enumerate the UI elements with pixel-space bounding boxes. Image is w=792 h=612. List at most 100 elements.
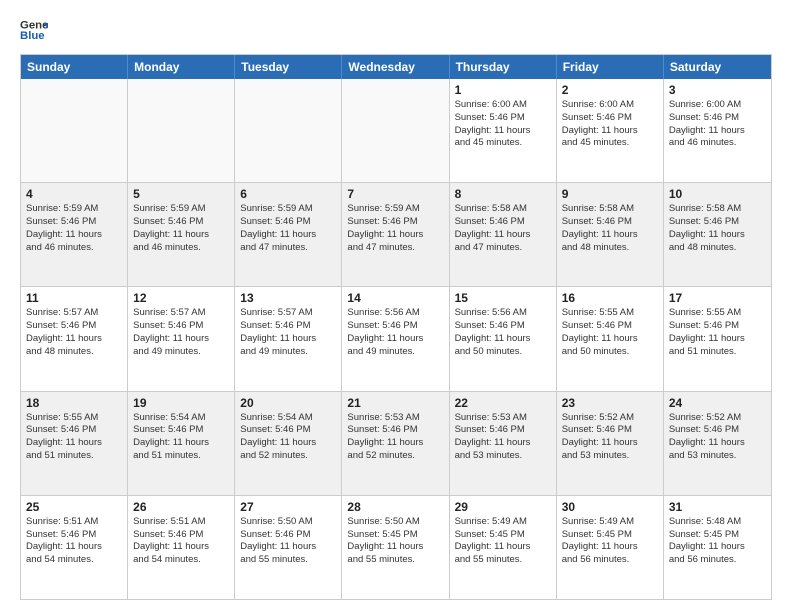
calendar-row: 25 Sunrise: 5:51 AM Sunset: 5:46 PM Dayli…	[21, 495, 771, 599]
day-cell: 6Sunrise: 5:59 AM Sunset: 5:46 PM Daylig…	[235, 183, 342, 286]
day-number: 11	[26, 291, 122, 305]
day-number: 2	[562, 83, 658, 97]
day-number: 7	[347, 187, 443, 201]
day-number: 21	[347, 396, 443, 410]
day-info: Sunrise: 5:58 AM Sunset: 5:46 PM Dayligh…	[669, 203, 766, 254]
day-info: Sunrise: 5:57 AM Sunset: 5:46 PM Dayligh…	[133, 307, 229, 358]
day-info: Sunrise: 5:59 AM Sunset: 5:46 PM Dayligh…	[26, 203, 122, 254]
weekday-header: Monday	[128, 55, 235, 79]
day-info: Sunrise: 5:55 AM Sunset: 5:46 PM Dayligh…	[26, 412, 122, 463]
day-info: Sunrise: 6:00 AM Sunset: 5:46 PM Dayligh…	[669, 99, 766, 150]
calendar-body: 1 Sunrise: 6:00 AM Sunset: 5:46 PM Daylig…	[21, 79, 771, 599]
day-cell: 4 Sunrise: 5:59 AM Sunset: 5:46 PM Daylig…	[21, 183, 128, 286]
day-cell: 16Sunrise: 5:55 AM Sunset: 5:46 PM Dayli…	[557, 287, 664, 390]
day-cell: 27 Sunrise: 5:50 AM Sunset: 5:46 PM Dayli…	[235, 496, 342, 599]
day-number: 10	[669, 187, 766, 201]
weekday-header: Tuesday	[235, 55, 342, 79]
day-cell: 1 Sunrise: 6:00 AM Sunset: 5:46 PM Daylig…	[450, 79, 557, 182]
day-cell: 30 Sunrise: 5:49 AM Sunset: 5:45 PM Dayli…	[557, 496, 664, 599]
day-number: 14	[347, 291, 443, 305]
day-cell: 22Sunrise: 5:53 AM Sunset: 5:46 PM Dayli…	[450, 392, 557, 495]
svg-text:Blue: Blue	[20, 30, 45, 42]
day-number: 22	[455, 396, 551, 410]
calendar-header: SundayMondayTuesdayWednesdayThursdayFrid…	[21, 55, 771, 79]
day-number: 15	[455, 291, 551, 305]
day-cell: 13 Sunrise: 5:57 AM Sunset: 5:46 PM Dayli…	[235, 287, 342, 390]
day-info: Sunrise: 5:54 AM Sunset: 5:46 PM Dayligh…	[240, 412, 336, 463]
day-number: 28	[347, 500, 443, 514]
calendar-row: 18 Sunrise: 5:55 AM Sunset: 5:46 PM Dayli…	[21, 391, 771, 495]
day-cell: 14 Sunrise: 5:56 AM Sunset: 5:46 PM Dayli…	[342, 287, 449, 390]
day-number: 30	[562, 500, 658, 514]
day-cell: 3 Sunrise: 6:00 AM Sunset: 5:46 PM Daylig…	[664, 79, 771, 182]
calendar-row: 11 Sunrise: 5:57 AM Sunset: 5:46 PM Dayli…	[21, 286, 771, 390]
day-number: 8	[455, 187, 551, 201]
weekday-header: Wednesday	[342, 55, 449, 79]
day-info: Sunrise: 5:51 AM Sunset: 5:46 PM Dayligh…	[133, 516, 229, 567]
day-number: 20	[240, 396, 336, 410]
calendar: SundayMondayTuesdayWednesdayThursdayFrid…	[20, 54, 772, 600]
day-info: Sunrise: 5:52 AM Sunset: 5:46 PM Dayligh…	[562, 412, 658, 463]
day-cell: 8 Sunrise: 5:58 AM Sunset: 5:46 PM Daylig…	[450, 183, 557, 286]
day-cell: 11Sunrise: 5:57 AM Sunset: 5:46 PM Dayli…	[21, 287, 128, 390]
day-cell: 26 Sunrise: 5:51 AM Sunset: 5:46 PM Dayli…	[128, 496, 235, 599]
day-info: Sunrise: 5:51 AM Sunset: 5:46 PM Dayligh…	[26, 516, 122, 567]
day-cell: 19Sunrise: 5:54 AM Sunset: 5:46 PM Dayli…	[128, 392, 235, 495]
day-cell: 18 Sunrise: 5:55 AM Sunset: 5:46 PM Dayli…	[21, 392, 128, 495]
day-info: Sunrise: 5:50 AM Sunset: 5:45 PM Dayligh…	[347, 516, 443, 567]
day-number: 27	[240, 500, 336, 514]
day-cell: 10 Sunrise: 5:58 AM Sunset: 5:46 PM Dayli…	[664, 183, 771, 286]
day-cell: 20 Sunrise: 5:54 AM Sunset: 5:46 PM Dayli…	[235, 392, 342, 495]
empty-cell	[235, 79, 342, 182]
day-info: Sunrise: 5:54 AM Sunset: 5:46 PM Dayligh…	[133, 412, 229, 463]
day-cell: 28 Sunrise: 5:50 AM Sunset: 5:45 PM Dayli…	[342, 496, 449, 599]
day-number: 13	[240, 291, 336, 305]
day-cell: 21Sunrise: 5:53 AM Sunset: 5:46 PM Dayli…	[342, 392, 449, 495]
day-cell: 9Sunrise: 5:58 AM Sunset: 5:46 PM Daylig…	[557, 183, 664, 286]
day-cell: 17 Sunrise: 5:55 AM Sunset: 5:46 PM Dayli…	[664, 287, 771, 390]
day-number: 25	[26, 500, 122, 514]
day-number: 5	[133, 187, 229, 201]
day-cell: 23Sunrise: 5:52 AM Sunset: 5:46 PM Dayli…	[557, 392, 664, 495]
day-info: Sunrise: 5:58 AM Sunset: 5:46 PM Dayligh…	[455, 203, 551, 254]
weekday-header: Saturday	[664, 55, 771, 79]
day-info: Sunrise: 5:56 AM Sunset: 5:46 PM Dayligh…	[347, 307, 443, 358]
day-info: Sunrise: 5:49 AM Sunset: 5:45 PM Dayligh…	[455, 516, 551, 567]
day-info: Sunrise: 5:57 AM Sunset: 5:46 PM Dayligh…	[240, 307, 336, 358]
day-number: 26	[133, 500, 229, 514]
day-number: 31	[669, 500, 766, 514]
calendar-row: 1 Sunrise: 6:00 AM Sunset: 5:46 PM Daylig…	[21, 79, 771, 182]
day-info: Sunrise: 6:00 AM Sunset: 5:46 PM Dayligh…	[562, 99, 658, 150]
weekday-header: Sunday	[21, 55, 128, 79]
day-info: Sunrise: 5:49 AM Sunset: 5:45 PM Dayligh…	[562, 516, 658, 567]
day-cell: 5Sunrise: 5:59 AM Sunset: 5:46 PM Daylig…	[128, 183, 235, 286]
day-info: Sunrise: 5:55 AM Sunset: 5:46 PM Dayligh…	[562, 307, 658, 358]
day-cell: 31 Sunrise: 5:48 AM Sunset: 5:45 PM Dayli…	[664, 496, 771, 599]
day-info: Sunrise: 5:56 AM Sunset: 5:46 PM Dayligh…	[455, 307, 551, 358]
day-info: Sunrise: 5:48 AM Sunset: 5:45 PM Dayligh…	[669, 516, 766, 567]
day-info: Sunrise: 5:59 AM Sunset: 5:46 PM Dayligh…	[240, 203, 336, 254]
day-cell: 29 Sunrise: 5:49 AM Sunset: 5:45 PM Dayli…	[450, 496, 557, 599]
day-cell: 15 Sunrise: 5:56 AM Sunset: 5:46 PM Dayli…	[450, 287, 557, 390]
day-info: Sunrise: 5:59 AM Sunset: 5:46 PM Dayligh…	[347, 203, 443, 254]
day-info: Sunrise: 5:52 AM Sunset: 5:46 PM Dayligh…	[669, 412, 766, 463]
day-number: 3	[669, 83, 766, 97]
day-number: 12	[133, 291, 229, 305]
day-info: Sunrise: 5:50 AM Sunset: 5:46 PM Dayligh…	[240, 516, 336, 567]
day-cell: 24 Sunrise: 5:52 AM Sunset: 5:46 PM Dayli…	[664, 392, 771, 495]
day-number: 1	[455, 83, 551, 97]
day-info: Sunrise: 5:55 AM Sunset: 5:46 PM Dayligh…	[669, 307, 766, 358]
calendar-row: 4 Sunrise: 5:59 AM Sunset: 5:46 PM Daylig…	[21, 182, 771, 286]
weekday-header: Thursday	[450, 55, 557, 79]
day-cell: 7 Sunrise: 5:59 AM Sunset: 5:46 PM Daylig…	[342, 183, 449, 286]
day-number: 24	[669, 396, 766, 410]
day-number: 9	[562, 187, 658, 201]
day-number: 29	[455, 500, 551, 514]
day-cell: 12 Sunrise: 5:57 AM Sunset: 5:46 PM Dayli…	[128, 287, 235, 390]
day-number: 18	[26, 396, 122, 410]
day-number: 4	[26, 187, 122, 201]
day-cell: 2 Sunrise: 6:00 AM Sunset: 5:46 PM Daylig…	[557, 79, 664, 182]
day-number: 17	[669, 291, 766, 305]
day-info: Sunrise: 6:00 AM Sunset: 5:46 PM Dayligh…	[455, 99, 551, 150]
empty-cell	[21, 79, 128, 182]
